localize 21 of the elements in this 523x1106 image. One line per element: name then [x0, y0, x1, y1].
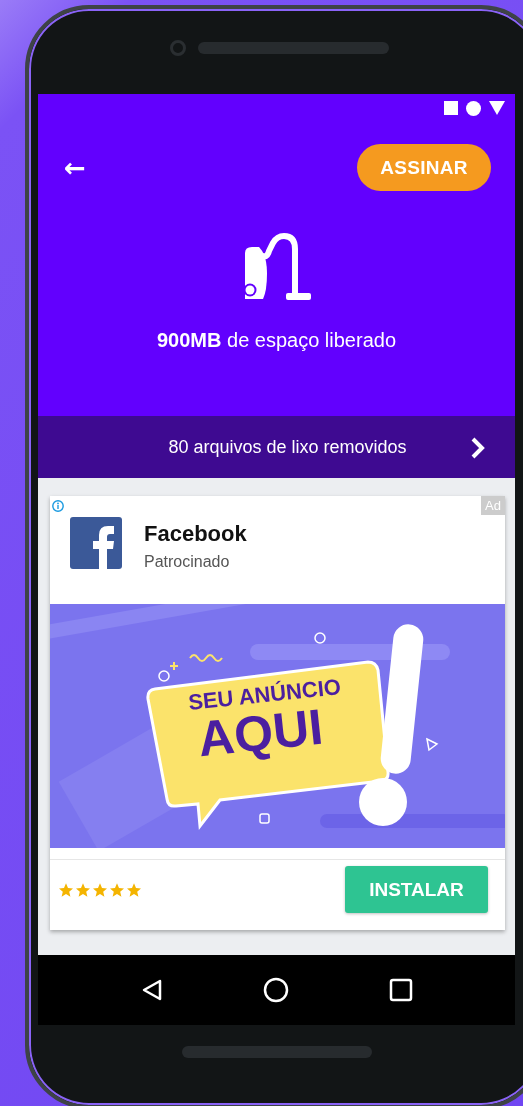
- star-icon: [75, 881, 91, 898]
- camera-icon: [170, 39, 186, 56]
- home-nav-button[interactable]: [263, 977, 290, 1003]
- app-logo-icon: [70, 517, 122, 569]
- star-icon: [109, 881, 125, 898]
- removed-files-bar[interactable]: 80 arquivos de lixo removidos: [38, 416, 515, 478]
- vacuum-cleaner-icon: [242, 233, 311, 301]
- back-button[interactable]: ←: [64, 154, 86, 181]
- star-icon: [92, 881, 108, 898]
- sponsored-label: Patrocinado: [144, 553, 231, 571]
- removed-files-text: 80 arquivos de lixo removidos: [168, 436, 407, 458]
- advertiser-name: Facebook: [144, 521, 247, 547]
- triangle-status-icon: [489, 101, 505, 115]
- circle-status-icon: [466, 100, 481, 116]
- chevron-right-icon: [471, 437, 485, 459]
- info-icon[interactable]: [52, 500, 64, 512]
- star-icon: [58, 881, 74, 898]
- recents-nav-button[interactable]: [389, 978, 414, 1002]
- square-status-icon: [444, 101, 458, 115]
- star-icon: [126, 881, 142, 898]
- space-freed-text: 900MB de espaço liberado: [156, 329, 397, 352]
